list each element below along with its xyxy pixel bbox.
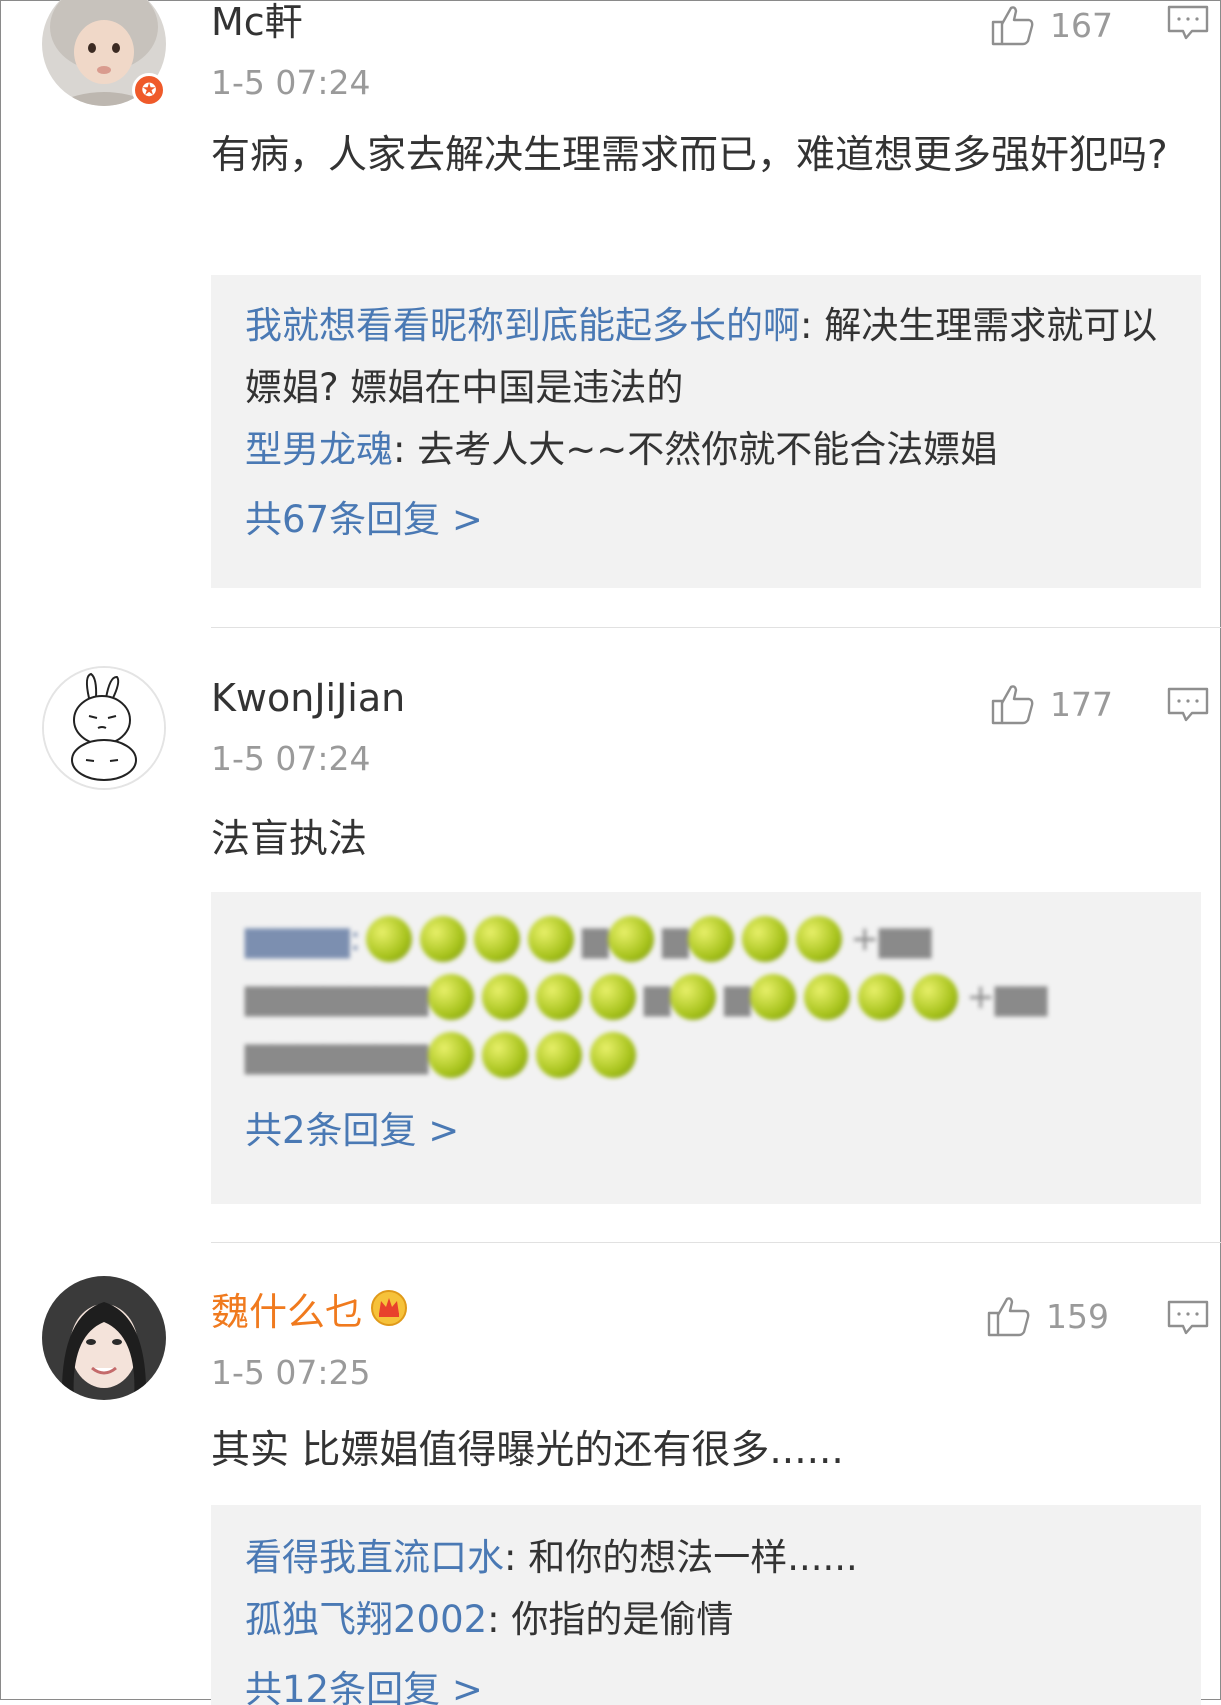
more-replies-link[interactable]: 共2条回复 > [245, 1100, 1167, 1162]
comment-text: 有病，人家去解决生理需求而已，难道想更多强奸犯吗? [211, 133, 1168, 178]
timestamp: 1-5 07:25 [211, 1353, 371, 1392]
reply-box[interactable]: 我就想看看昵称到底能起多长的啊: 解决生理需求就可以嫖娼? 嫖娼在中国是违法的 … [211, 275, 1201, 588]
username[interactable]: 魏什么乜 [211, 1287, 409, 1336]
crown-icon [369, 1287, 409, 1336]
username[interactable]: KwonJiJian [211, 676, 405, 720]
comment-item: KwonJiJian 1-5 07:24 177 法盲执法 ▆▆▆▆: ▆ ▆ +▆… [0, 628, 1221, 1240]
comment-icon[interactable] [1166, 685, 1210, 725]
reply-text: : 和你的想法一样...... [504, 1536, 858, 1579]
username[interactable]: Mc軒 [211, 0, 303, 44]
like-button[interactable]: 159 [986, 1291, 1109, 1341]
avatar[interactable] [42, 666, 166, 790]
like-count: 167 [1050, 5, 1113, 45]
thumbs-up-icon [990, 681, 1036, 727]
comment-item: 魏什么乜 1-5 07:25 159 其实 比嫖娼值得曝光的还有很多...... [0, 1243, 1221, 1705]
thumbs-up-icon [986, 1293, 1032, 1339]
more-replies-link[interactable]: 共12条回复 > [245, 1659, 1167, 1705]
comment-icon[interactable] [1166, 3, 1210, 43]
reply-item[interactable]: 看得我直流口水: 和你的想法一样...... [245, 1527, 1167, 1589]
reply-username[interactable]: 看得我直流口水 [245, 1536, 504, 1579]
obscured-reply: ▆▆▆▆▆▆▆ ▆ ▆ +▆▆ [245, 974, 1167, 1032]
reply-username[interactable]: 我就想看看昵称到底能起多长的啊 [245, 304, 800, 347]
timestamp: 1-5 07:24 [211, 739, 371, 778]
like-button[interactable]: 167 [990, 0, 1113, 50]
reply-item[interactable]: 我就想看看昵称到底能起多长的啊: 解决生理需求就可以嫖娼? 嫖娼在中国是违法的 [245, 295, 1167, 419]
verified-badge-icon: ✪ [132, 73, 166, 107]
more-replies-link[interactable]: 共67条回复 > [245, 489, 1167, 551]
comment-icon[interactable] [1166, 1298, 1210, 1338]
reply-box[interactable]: ▆▆▆▆: ▆ ▆ +▆▆ ▆▆▆▆▆▆▆ ▆ ▆ +▆▆ ▆▆▆▆▆▆▆ 共2条回复 > [211, 892, 1201, 1204]
obscured-reply: ▆▆▆▆▆▆▆ [245, 1032, 1167, 1090]
reply-username[interactable]: 孤独飞翔2002 [245, 1598, 487, 1641]
comment-text: 法盲执法 [211, 817, 368, 862]
like-count: 177 [1050, 684, 1113, 724]
reply-username[interactable]: 型男龙魂 [245, 428, 393, 471]
reply-text: : 你指的是偷情 [487, 1598, 734, 1641]
thumbs-up-icon [990, 2, 1036, 48]
timestamp: 1-5 07:24 [211, 63, 371, 102]
avatar[interactable] [42, 1276, 166, 1400]
reply-item[interactable]: 型男龙魂: 去考人大~~不然你就不能合法嫖娼 [245, 419, 1167, 481]
comment-text: 其实 比嫖娼值得曝光的还有很多...... [211, 1428, 844, 1473]
obscured-reply: ▆▆▆▆: ▆ ▆ +▆▆ [245, 916, 1167, 974]
reply-item[interactable]: 孤独飞翔2002: 你指的是偷情 [245, 1589, 1167, 1651]
comment-item: ✪ Mc軒 1-5 07:24 167 有病，人家去解决生理需求而已，难道想更多… [0, 0, 1221, 626]
reply-box[interactable]: 看得我直流口水: 和你的想法一样...... 孤独飞翔2002: 你指的是偷情 … [211, 1505, 1201, 1705]
username-text: 魏什么乜 [211, 1289, 364, 1334]
reply-text: : 去考人大~~不然你就不能合法嫖娼 [393, 428, 998, 471]
like-button[interactable]: 177 [990, 679, 1113, 729]
like-count: 159 [1046, 1296, 1109, 1336]
